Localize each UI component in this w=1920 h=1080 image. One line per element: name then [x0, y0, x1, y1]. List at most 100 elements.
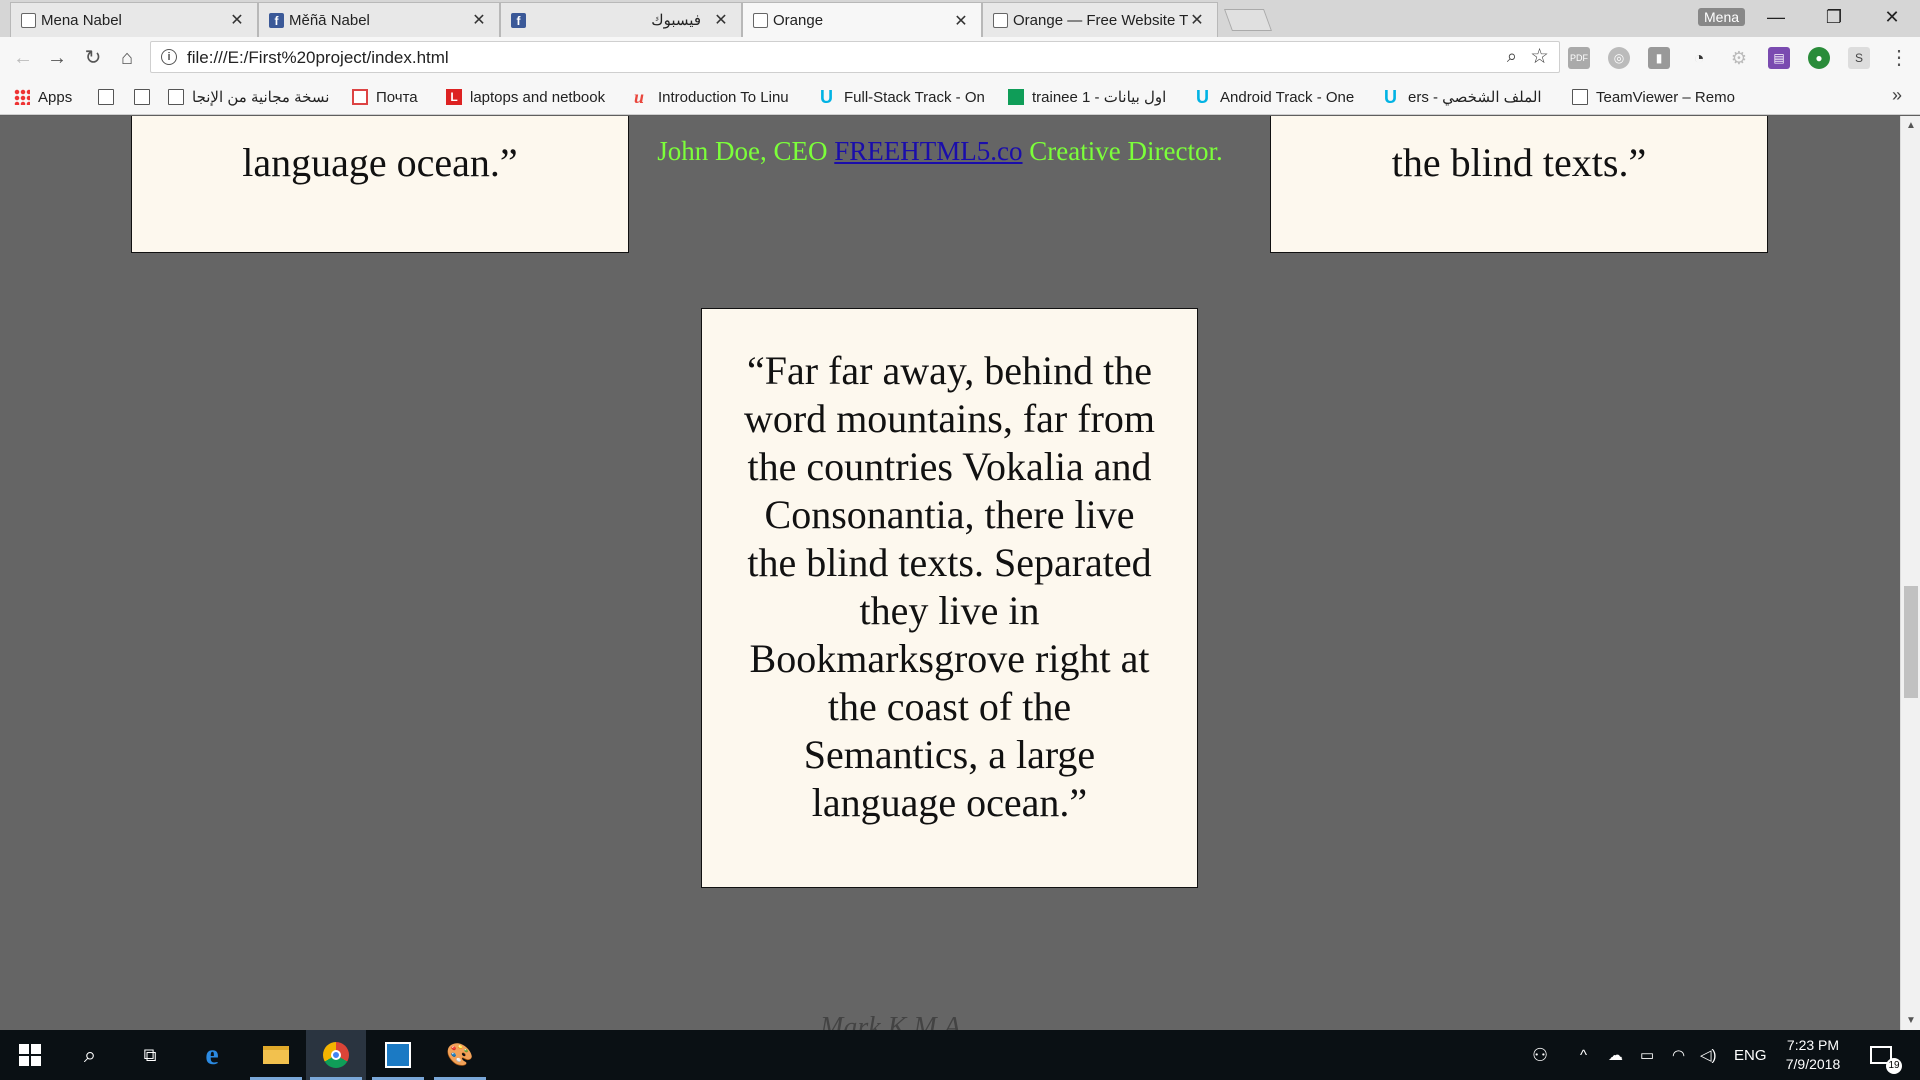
page-icon	[98, 89, 114, 105]
bookmark-laptops[interactable]: Llaptops and netbook	[446, 87, 618, 107]
clock-time: 7:23 PM	[1786, 1037, 1840, 1053]
tab-facebook-profile[interactable]: f Měñā Nabel ✕	[258, 2, 500, 37]
bookmark-label: Apps	[38, 88, 73, 106]
speedometer-icon[interactable]: ◔	[1688, 47, 1710, 69]
chrome-icon[interactable]	[306, 1030, 366, 1080]
bookmark-label: Почта	[376, 88, 418, 106]
wifi-icon[interactable]: ◠	[1672, 1030, 1685, 1080]
reload-icon[interactable]: ↻	[80, 45, 106, 71]
bookmark-profile[interactable]: Uers - الملف الشخصي	[1384, 87, 1556, 107]
bookmark-page[interactable]	[98, 87, 120, 107]
sheets-icon	[1008, 89, 1024, 105]
s-extension-icon[interactable]: S	[1848, 47, 1870, 69]
bookmark-full-stack[interactable]: U Full-Stack Track - On	[820, 87, 992, 107]
menu-icon[interactable]: ⋮	[1886, 45, 1912, 71]
page-icon	[993, 13, 1008, 28]
page-viewport: language ocean.” John Doe, CEO FREEHTML5…	[0, 116, 1900, 1030]
search-icon[interactable]: ⌕	[60, 1030, 120, 1080]
close-tab-icon[interactable]: ✕	[229, 10, 245, 30]
url-text: file:///E:/First%20project/index.html	[187, 48, 449, 67]
battery-icon[interactable]: ▭	[1640, 1030, 1654, 1080]
edge-icon[interactable]: e	[182, 1030, 242, 1080]
tab-title: فيسبوك	[651, 12, 701, 29]
testimonial-quote: language ocean.”	[242, 140, 518, 185]
page-icon	[21, 13, 36, 28]
testimonial-quote: “Far far away, behind the word mountains…	[743, 348, 1155, 825]
tab-facebook[interactable]: f فيسبوك ✕	[500, 2, 742, 37]
extension-icon[interactable]: ▮	[1648, 47, 1670, 69]
close-tab-icon[interactable]: ✕	[713, 10, 729, 30]
close-tab-icon[interactable]: ✕	[1189, 10, 1205, 30]
paint-icon[interactable]: 🎨	[430, 1030, 490, 1080]
scroll-up-icon[interactable]: ▲	[1901, 120, 1920, 131]
testimonial-credit: John Doe, CEO FREEHTML5.co Creative Dire…	[640, 136, 1240, 167]
extension-icon[interactable]: ▤	[1768, 47, 1790, 69]
bookmark-apps[interactable]: Apps	[14, 87, 88, 107]
bookmark-page[interactable]	[134, 87, 156, 107]
task-view-icon[interactable]: ⧉	[120, 1030, 180, 1080]
page-icon	[168, 89, 184, 105]
volume-icon[interactable]: ◁)	[1700, 1030, 1717, 1080]
scroll-down-icon[interactable]: ▼	[1901, 1015, 1920, 1026]
globe-extension-icon[interactable]: ●	[1808, 47, 1830, 69]
back-icon[interactable]: ←	[10, 45, 36, 71]
bookmark-label: TeamViewer – Remo	[1596, 88, 1735, 106]
extension-icon[interactable]: ◎	[1608, 47, 1630, 69]
facebook-icon: f	[269, 13, 284, 28]
home-icon[interactable]: ⌂	[114, 45, 140, 71]
notification-count: 19	[1886, 1058, 1902, 1074]
gear-extension-icon[interactable]: ⚙	[1728, 47, 1750, 69]
tab-mena-nabel[interactable]: Mena Nabel ✕	[10, 2, 258, 37]
windows-start-icon[interactable]	[0, 1030, 60, 1080]
clock-date: 7/9/2018	[1785, 1056, 1841, 1072]
bookmark-mail[interactable]: Почта	[352, 87, 440, 107]
bookmarks-bar: Apps نسخة مجانية من الإنجا Почта Llaptop…	[0, 78, 1920, 115]
bookmark-label: نسخة مجانية من الإنجا	[192, 89, 330, 106]
bookmark-label: Full-Stack Track - On	[844, 88, 985, 106]
bookmark-trainee[interactable]: trainee 1 - اول بيانات	[1008, 87, 1180, 107]
people-icon[interactable]: ⚇	[1532, 1030, 1548, 1080]
action-center-icon[interactable]: 19	[1870, 1030, 1902, 1080]
zoom-icon[interactable]: ⌕	[1507, 46, 1517, 67]
minimize-button[interactable]: —	[1748, 0, 1804, 34]
profile-badge[interactable]: Mena	[1698, 8, 1746, 26]
pdf-extension-icon[interactable]: PDF	[1568, 47, 1590, 69]
udemy-icon: u	[634, 87, 645, 107]
close-tab-icon[interactable]: ✕	[471, 10, 487, 30]
vertical-scrollbar[interactable]: ▲ ▼	[1900, 116, 1920, 1030]
new-tab-button[interactable]	[1223, 9, 1273, 31]
testimonial-card-center: “Far far away, behind the word mountains…	[701, 308, 1198, 888]
forward-icon[interactable]: →	[44, 45, 70, 71]
credit-link[interactable]: FREEHTML5.co	[834, 136, 1022, 166]
onedrive-icon[interactable]: ☁	[1608, 1030, 1623, 1080]
page-icon	[753, 13, 768, 28]
testimonial-card-right: the blind texts.”	[1270, 116, 1768, 253]
restore-button[interactable]: ❐	[1806, 0, 1862, 34]
file-explorer-icon[interactable]	[246, 1030, 306, 1080]
language-indicator[interactable]: ENG	[1734, 1030, 1767, 1080]
tab-orange-free-website[interactable]: Orange — Free Website T ✕	[982, 2, 1218, 37]
bookmark-star-icon[interactable]: ☆	[1530, 44, 1549, 69]
bookmark-android-track[interactable]: U Android Track - One	[1196, 87, 1368, 107]
mail-icon	[352, 89, 368, 105]
close-tab-icon[interactable]: ✕	[953, 11, 969, 31]
code-editor-icon[interactable]	[368, 1030, 428, 1080]
clock[interactable]: 7:23 PM 7/9/2018	[1768, 1036, 1858, 1074]
scrollbar-thumb[interactable]	[1904, 586, 1918, 698]
bookmarks-overflow-button[interactable]: »	[1892, 85, 1902, 106]
taskbar: ⌕ ⧉ e 🎨 ⚇ ^ ☁ ▭ ◠ ◁) ENG 7:23 PM 7/9/201…	[0, 1030, 1920, 1080]
credit-role: Creative Director.	[1022, 136, 1223, 166]
bookmark-intro-linux[interactable]: u Introduction To Linu	[634, 87, 806, 107]
bookmark-label: Android Track - One	[1220, 88, 1355, 106]
info-icon[interactable]: i	[161, 49, 177, 65]
bookmark-label: Introduction To Linu	[658, 88, 789, 106]
close-window-button[interactable]: ✕	[1864, 0, 1920, 34]
show-hidden-icons[interactable]: ^	[1580, 1030, 1587, 1080]
page-icon	[1572, 89, 1588, 105]
bookmark-arabic-copy[interactable]: نسخة مجانية من الإنجا	[168, 87, 344, 107]
tab-orange[interactable]: Orange ✕	[742, 2, 982, 38]
address-bar[interactable]: i file:///E:/First%20project/index.html …	[150, 41, 1560, 73]
udacity-icon: U	[820, 87, 833, 107]
bookmark-teamviewer[interactable]: TeamViewer – Remo	[1572, 87, 1744, 107]
facebook-icon: f	[511, 13, 526, 28]
